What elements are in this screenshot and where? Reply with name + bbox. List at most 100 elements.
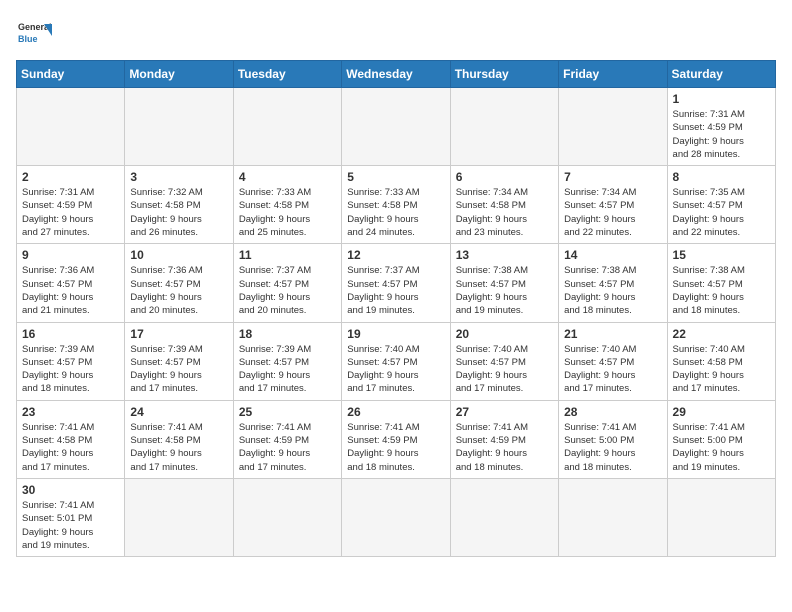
- day-info: Sunrise: 7:41 AM Sunset: 5:00 PM Dayligh…: [564, 421, 661, 474]
- day-cell: 24Sunrise: 7:41 AM Sunset: 4:58 PM Dayli…: [125, 400, 233, 478]
- header-cell-thursday: Thursday: [450, 61, 558, 88]
- day-number: 16: [22, 327, 119, 341]
- day-number: 14: [564, 248, 661, 262]
- day-info: Sunrise: 7:41 AM Sunset: 4:59 PM Dayligh…: [456, 421, 553, 474]
- day-number: 17: [130, 327, 227, 341]
- day-number: 2: [22, 170, 119, 184]
- day-info: Sunrise: 7:39 AM Sunset: 4:57 PM Dayligh…: [22, 343, 119, 396]
- day-cell: 19Sunrise: 7:40 AM Sunset: 4:57 PM Dayli…: [342, 322, 450, 400]
- day-cell: [342, 88, 450, 166]
- day-cell: [450, 88, 558, 166]
- week-row-4: 23 Sunrise: 7:41 AM Sunset: 4:58 PM Dayli…: [17, 400, 776, 478]
- day-info: Sunrise: 7:40 AM Sunset: 4:57 PM Dayligh…: [564, 343, 661, 396]
- day-number: 29: [673, 405, 770, 419]
- day-info: Sunrise: 7:38 AM Sunset: 4:57 PM Dayligh…: [564, 264, 661, 317]
- day-number: 25: [239, 405, 336, 419]
- day-info: Sunrise: 7:33 AM Sunset: 4:58 PM Dayligh…: [239, 186, 336, 239]
- svg-text:Blue: Blue: [18, 34, 38, 44]
- day-number: 5: [347, 170, 444, 184]
- day-info: Sunrise: 7:35 AM Sunset: 4:57 PM Dayligh…: [673, 186, 770, 239]
- day-cell: [125, 88, 233, 166]
- day-info: Sunrise: 7:41 AM Sunset: 5:01 PM Dayligh…: [22, 499, 119, 552]
- day-info: Sunrise: 7:41 AM Sunset: 4:59 PM Dayligh…: [347, 421, 444, 474]
- day-info: Sunrise: 7:34 AM Sunset: 4:58 PM Dayligh…: [456, 186, 553, 239]
- header-cell-tuesday: Tuesday: [233, 61, 341, 88]
- day-cell: 21 Sunrise: 7:40 AM Sunset: 4:57 PM Dayli…: [559, 322, 667, 400]
- day-cell: 29 Sunrise: 7:41 AM Sunset: 5:00 PM Dayli…: [667, 400, 775, 478]
- day-number: 18: [239, 327, 336, 341]
- day-number: 11: [239, 248, 336, 262]
- day-number: 28: [564, 405, 661, 419]
- day-cell: 13 Sunrise: 7:38 AM Sunset: 4:57 PM Dayli…: [450, 244, 558, 322]
- day-cell: 5 Sunrise: 7:33 AM Sunset: 4:58 PM Daylig…: [342, 166, 450, 244]
- day-cell: [125, 478, 233, 556]
- day-cell: 22 Sunrise: 7:40 AM Sunset: 4:58 PM Dayli…: [667, 322, 775, 400]
- day-info: Sunrise: 7:39 AM Sunset: 4:57 PM Dayligh…: [239, 343, 336, 396]
- day-info: Sunrise: 7:37 AM Sunset: 4:57 PM Dayligh…: [347, 264, 444, 317]
- day-cell: 12 Sunrise: 7:37 AM Sunset: 4:57 PM Dayli…: [342, 244, 450, 322]
- week-row-1: 2 Sunrise: 7:31 AM Sunset: 4:59 PM Daylig…: [17, 166, 776, 244]
- day-number: 6: [456, 170, 553, 184]
- day-cell: 14 Sunrise: 7:38 AM Sunset: 4:57 PM Dayli…: [559, 244, 667, 322]
- day-info: Sunrise: 7:40 AM Sunset: 4:58 PM Dayligh…: [673, 343, 770, 396]
- day-cell: [559, 88, 667, 166]
- day-number: 20: [456, 327, 553, 341]
- day-number: 27: [456, 405, 553, 419]
- day-number: 19: [347, 327, 444, 341]
- day-number: 21: [564, 327, 661, 341]
- day-number: 12: [347, 248, 444, 262]
- day-number: 26: [347, 405, 444, 419]
- day-cell: 16 Sunrise: 7:39 AM Sunset: 4:57 PM Dayli…: [17, 322, 125, 400]
- day-cell: 15 Sunrise: 7:38 AM Sunset: 4:57 PM Dayli…: [667, 244, 775, 322]
- day-cell: [17, 88, 125, 166]
- day-info: Sunrise: 7:31 AM Sunset: 4:59 PM Dayligh…: [673, 108, 770, 161]
- day-info: Sunrise: 7:31 AM Sunset: 4:59 PM Dayligh…: [22, 186, 119, 239]
- day-number: 13: [456, 248, 553, 262]
- day-cell: [559, 478, 667, 556]
- day-number: 3: [130, 170, 227, 184]
- day-number: 10: [130, 248, 227, 262]
- day-info: Sunrise: 7:38 AM Sunset: 4:57 PM Dayligh…: [456, 264, 553, 317]
- day-cell: 6 Sunrise: 7:34 AM Sunset: 4:58 PM Daylig…: [450, 166, 558, 244]
- week-row-2: 9 Sunrise: 7:36 AM Sunset: 4:57 PM Daylig…: [17, 244, 776, 322]
- day-number: 23: [22, 405, 119, 419]
- day-info: Sunrise: 7:36 AM Sunset: 4:57 PM Dayligh…: [130, 264, 227, 317]
- day-cell: [667, 478, 775, 556]
- day-info: Sunrise: 7:38 AM Sunset: 4:57 PM Dayligh…: [673, 264, 770, 317]
- day-cell: 7Sunrise: 7:34 AM Sunset: 4:57 PM Daylig…: [559, 166, 667, 244]
- day-number: 1: [673, 92, 770, 106]
- day-cell: 23 Sunrise: 7:41 AM Sunset: 4:58 PM Dayli…: [17, 400, 125, 478]
- header-cell-wednesday: Wednesday: [342, 61, 450, 88]
- day-info: Sunrise: 7:32 AM Sunset: 4:58 PM Dayligh…: [130, 186, 227, 239]
- logo-icon: General Blue: [16, 16, 52, 52]
- day-info: Sunrise: 7:33 AM Sunset: 4:58 PM Dayligh…: [347, 186, 444, 239]
- day-number: 22: [673, 327, 770, 341]
- day-cell: 1 Sunrise: 7:31 AM Sunset: 4:59 PM Daylig…: [667, 88, 775, 166]
- day-number: 15: [673, 248, 770, 262]
- header-cell-monday: Monday: [125, 61, 233, 88]
- day-info: Sunrise: 7:39 AM Sunset: 4:57 PM Dayligh…: [130, 343, 227, 396]
- day-cell: 30 Sunrise: 7:41 AM Sunset: 5:01 PM Dayli…: [17, 478, 125, 556]
- week-row-3: 16 Sunrise: 7:39 AM Sunset: 4:57 PM Dayli…: [17, 322, 776, 400]
- day-cell: 8Sunrise: 7:35 AM Sunset: 4:57 PM Daylig…: [667, 166, 775, 244]
- day-number: 30: [22, 483, 119, 497]
- day-info: Sunrise: 7:41 AM Sunset: 5:00 PM Dayligh…: [673, 421, 770, 474]
- day-info: Sunrise: 7:40 AM Sunset: 4:57 PM Dayligh…: [456, 343, 553, 396]
- day-cell: 2 Sunrise: 7:31 AM Sunset: 4:59 PM Daylig…: [17, 166, 125, 244]
- day-cell: 28 Sunrise: 7:41 AM Sunset: 5:00 PM Dayli…: [559, 400, 667, 478]
- day-cell: [342, 478, 450, 556]
- day-info: Sunrise: 7:36 AM Sunset: 4:57 PM Dayligh…: [22, 264, 119, 317]
- day-cell: [450, 478, 558, 556]
- day-cell: [233, 88, 341, 166]
- day-info: Sunrise: 7:37 AM Sunset: 4:57 PM Dayligh…: [239, 264, 336, 317]
- day-info: Sunrise: 7:34 AM Sunset: 4:57 PM Dayligh…: [564, 186, 661, 239]
- day-number: 9: [22, 248, 119, 262]
- day-cell: 25Sunrise: 7:41 AM Sunset: 4:59 PM Dayli…: [233, 400, 341, 478]
- day-cell: 4 Sunrise: 7:33 AM Sunset: 4:58 PM Daylig…: [233, 166, 341, 244]
- day-cell: 27 Sunrise: 7:41 AM Sunset: 4:59 PM Dayli…: [450, 400, 558, 478]
- day-info: Sunrise: 7:41 AM Sunset: 4:58 PM Dayligh…: [22, 421, 119, 474]
- day-cell: 3 Sunrise: 7:32 AM Sunset: 4:58 PM Daylig…: [125, 166, 233, 244]
- day-cell: 11 Sunrise: 7:37 AM Sunset: 4:57 PM Dayli…: [233, 244, 341, 322]
- day-number: 4: [239, 170, 336, 184]
- header-cell-friday: Friday: [559, 61, 667, 88]
